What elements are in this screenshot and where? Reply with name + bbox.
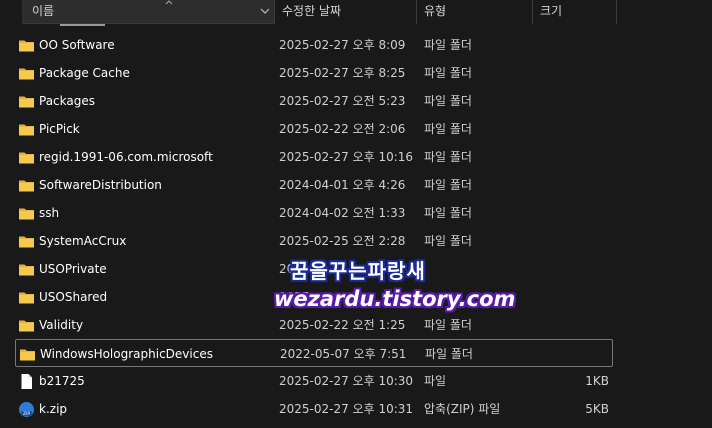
file-date: 2025-02-27 오전 5:23 xyxy=(279,94,406,108)
file-date: 2024-04-02 오전 1:33 xyxy=(279,206,406,220)
file-name: Package Cache xyxy=(39,66,130,80)
column-header-type-label: 유형 xyxy=(424,4,447,18)
folder-row[interactable]: regid.1991-06.com.microsoft 2025-02-27 오후… xyxy=(15,143,613,171)
file-type: 파일 폴더 xyxy=(424,178,472,192)
file-date: 2025-02-25 오전 2:28 xyxy=(279,234,406,248)
file-date: 2024-04-01 오후 4:26 xyxy=(279,178,406,192)
folder-row[interactable]: WindowsHolographicDevices 2022-05-07 오후 7… xyxy=(15,339,613,367)
file-date: 2025- xyxy=(279,262,314,276)
folder-row[interactable]: OO Software 2025-02-27 오후 8:09 파일 폴더 xyxy=(15,31,613,59)
folder-row[interactable]: USOPrivate 2025- xyxy=(15,255,613,283)
column-header-size-label: 크기 xyxy=(540,4,563,18)
folder-icon xyxy=(19,346,36,363)
folder-row[interactable]: Packages 2025-02-27 오전 5:23 파일 폴더 xyxy=(15,87,613,115)
file-size: 1KB xyxy=(585,374,609,388)
folder-row[interactable]: PicPick 2025-02-22 오전 2:06 파일 폴더 xyxy=(15,115,613,143)
file-type: 파일 폴더 xyxy=(424,38,472,52)
file-date: 2025-02-27 오후 10:30 xyxy=(279,374,414,388)
file-name: ssh xyxy=(39,206,60,220)
folder-icon xyxy=(18,289,35,306)
file-name: Validity xyxy=(39,318,84,332)
file-row[interactable]: ZIP k.zip 2025-02-27 오후 10:31 압축(ZIP) 파일 5KB xyxy=(15,395,613,423)
column-header-date[interactable]: 수정한 날짜 xyxy=(274,0,416,24)
file-name: Packages xyxy=(39,94,95,108)
folder-icon xyxy=(18,121,35,138)
folder-icon xyxy=(18,37,35,54)
file-type: 파일 폴더 xyxy=(425,347,473,361)
file-name: PicPick xyxy=(39,122,80,136)
file-name: k.zip xyxy=(39,402,68,416)
file-size: 5KB xyxy=(585,402,609,416)
folder-icon xyxy=(18,233,35,250)
folder-row[interactable]: Validity 2025-02-22 오전 1:25 파일 폴더 xyxy=(15,311,613,339)
file-date: 2025-02-22 오전 2:06 xyxy=(279,122,406,136)
file-type: 파일 폴더 xyxy=(424,122,472,136)
column-header-name[interactable]: 이름 xyxy=(22,0,274,24)
file-type: 파일 폴더 xyxy=(424,234,472,248)
folder-icon xyxy=(18,149,35,166)
file-date: 2025- xyxy=(279,290,314,304)
folder-icon xyxy=(18,317,35,334)
file-row[interactable]: b21725 2025-02-27 오후 10:30 파일 1KB xyxy=(15,367,613,395)
folder-row[interactable]: Package Cache 2025-02-27 오후 8:25 파일 폴더 xyxy=(15,59,613,87)
folder-row[interactable]: SystemAcCrux 2025-02-25 오전 2:28 파일 폴더 xyxy=(15,227,613,255)
file-name: SystemAcCrux xyxy=(39,234,127,248)
folder-row[interactable]: USOShared 2025- xyxy=(15,283,613,311)
sort-ascending-icon xyxy=(165,0,173,5)
file-type: 압축(ZIP) 파일 xyxy=(424,402,501,416)
file-name: USOShared xyxy=(39,290,108,304)
file-icon xyxy=(18,373,35,390)
file-type: 파일 폴더 xyxy=(424,66,472,80)
file-name: SoftwareDistribution xyxy=(39,178,162,192)
column-header-date-label: 수정한 날짜 xyxy=(282,4,342,18)
column-header-bar: 이름 수정한 날짜 유형 크기 xyxy=(0,0,712,24)
folder-icon xyxy=(18,65,35,82)
file-name: regid.1991-06.com.microsoft xyxy=(39,150,213,164)
file-type: 파일 폴더 xyxy=(424,206,472,220)
folder-row[interactable]: SoftwareDistribution 2024-04-01 오후 4:26 파일… xyxy=(15,171,613,199)
scrolled-row-fragment xyxy=(60,24,105,26)
column-dropdown-button[interactable] xyxy=(256,0,274,22)
file-name: b21725 xyxy=(39,374,85,388)
file-date: 2022-05-07 오후 7:51 xyxy=(280,347,407,361)
file-type: 파일 폴더 xyxy=(424,318,472,332)
file-date: 2025-02-27 오후 10:16 xyxy=(279,150,414,164)
file-date: 2025-02-22 오전 1:25 xyxy=(279,318,406,332)
column-divider[interactable] xyxy=(616,0,617,24)
folder-icon xyxy=(18,93,35,110)
file-name: USOPrivate xyxy=(39,262,107,276)
file-name: WindowsHolographicDevices xyxy=(40,347,213,361)
column-header-size[interactable]: 크기 xyxy=(532,0,616,24)
zip-icon: ZIP xyxy=(18,401,35,418)
file-date: 2025-02-27 오후 10:31 xyxy=(279,402,414,416)
file-type: 파일 xyxy=(424,374,447,388)
folder-icon xyxy=(18,205,35,222)
folder-row[interactable]: ssh 2024-04-02 오전 1:33 파일 폴더 xyxy=(15,199,613,227)
folder-icon xyxy=(18,177,35,194)
chevron-down-icon xyxy=(260,8,270,14)
folder-icon xyxy=(18,261,35,278)
file-type: 파일 폴더 xyxy=(424,150,472,164)
column-header-type[interactable]: 유형 xyxy=(416,0,532,24)
column-header-name-label: 이름 xyxy=(32,4,55,18)
file-date: 2025-02-27 오후 8:25 xyxy=(279,66,406,80)
svg-text:ZIP: ZIP xyxy=(23,411,30,417)
file-name: OO Software xyxy=(39,38,115,52)
file-date: 2025-02-27 오후 8:09 xyxy=(279,38,406,52)
file-type: 파일 폴더 xyxy=(424,94,472,108)
